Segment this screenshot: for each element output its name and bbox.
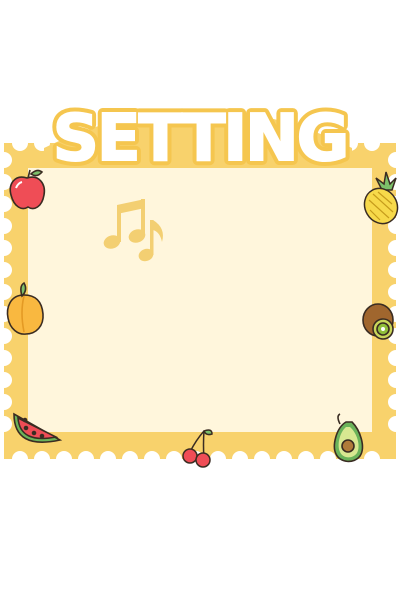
perforation-hole <box>166 451 182 467</box>
perforation-hole <box>210 451 226 467</box>
title-banner: SETTING SETTING <box>44 97 354 181</box>
perforation-hole <box>122 451 138 467</box>
perforation-hole <box>56 451 72 467</box>
perforation-hole <box>100 451 116 467</box>
stamp-frame <box>0 135 400 467</box>
panel-body <box>28 168 372 432</box>
perforation-hole <box>320 451 336 467</box>
perforation-hole <box>254 451 270 467</box>
perforation-hole <box>276 451 292 467</box>
perforation-hole <box>144 451 160 467</box>
perforation-hole <box>12 135 28 151</box>
perforation-hole <box>298 451 314 467</box>
perforation-hole <box>34 451 50 467</box>
settings-screen: SETTING SETTING <box>0 0 400 600</box>
perforation-hole <box>232 451 248 467</box>
settings-panel-art: SETTING SETTING <box>0 97 400 468</box>
title-text: SETTING <box>53 102 348 176</box>
perforation-hole <box>364 451 380 467</box>
perforation-hole <box>78 451 94 467</box>
perforation-hole <box>12 451 28 467</box>
perforation-hole <box>364 135 380 151</box>
